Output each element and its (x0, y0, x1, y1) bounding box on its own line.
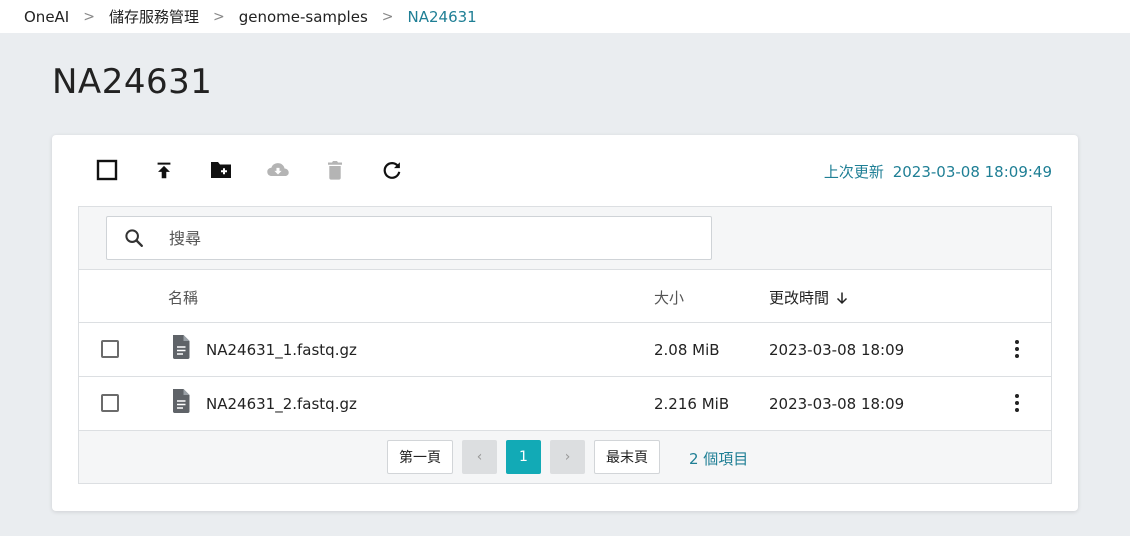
search-icon (125, 229, 143, 247)
file-modified-time: 2023-03-08 18:09 (769, 395, 905, 413)
first-page-button[interactable]: 第一頁 (387, 440, 453, 474)
file-table: 名稱 大小 更改時間 NA24631_1.fastq.gz 2.08 MiB 2… (78, 206, 1052, 484)
sort-descending-icon (836, 292, 848, 304)
page-number-button[interactable]: 1 (506, 440, 541, 474)
breadcrumb-storage-management[interactable]: 儲存服務管理 (109, 6, 199, 27)
download-icon (267, 163, 289, 176)
row-checkbox[interactable] (101, 394, 119, 412)
search-bar (79, 207, 1051, 270)
file-browser-card: 上次更新 2023-03-08 18:09:49 名稱 大小 更改時間 (52, 135, 1078, 511)
next-page-button[interactable]: › (550, 440, 585, 474)
file-icon (173, 389, 190, 413)
delete-icon (328, 161, 342, 180)
page-title: NA24631 (52, 62, 213, 102)
refresh-icon (383, 162, 401, 179)
file-modified-time: 2023-03-08 18:09 (769, 341, 905, 359)
upload-button[interactable] (152, 158, 176, 182)
breadcrumb: OneAI > 儲存服務管理 > genome-samples > NA2463… (0, 0, 1130, 33)
last-updated-time: 2023-03-08 18:09:49 (892, 163, 1052, 181)
select-all-checkbox[interactable] (95, 158, 119, 182)
column-header-name[interactable]: 名稱 (168, 287, 198, 308)
file-name[interactable]: NA24631_1.fastq.gz (206, 341, 357, 359)
last-page-button[interactable]: 最末頁 (594, 440, 660, 474)
column-header-size[interactable]: 大小 (654, 287, 684, 308)
column-header-modified[interactable]: 更改時間 (769, 287, 849, 308)
prev-page-button[interactable]: ‹ (462, 440, 497, 474)
new-folder-button[interactable] (209, 158, 233, 182)
breadcrumb-oneai[interactable]: OneAI (24, 8, 69, 26)
column-header-modified-label: 更改時間 (769, 289, 830, 307)
delete-button[interactable] (323, 158, 347, 182)
last-updated-label: 上次更新 (823, 163, 884, 181)
new-folder-icon (211, 162, 231, 178)
toolbar: 上次更新 2023-03-08 18:09:49 (52, 135, 1078, 205)
checkbox-icon (96, 159, 118, 181)
breadcrumb-separator: > (83, 8, 95, 25)
more-options-icon[interactable] (1005, 337, 1029, 361)
table-header: 名稱 大小 更改時間 (79, 270, 1051, 323)
row-checkbox[interactable] (101, 340, 119, 358)
breadcrumb-separator: > (212, 8, 225, 25)
table-row[interactable]: NA24631_2.fastq.gz 2.216 MiB 2023-03-08 … (79, 377, 1051, 431)
file-name[interactable]: NA24631_2.fastq.gz (206, 395, 357, 413)
table-row[interactable]: NA24631_1.fastq.gz 2.08 MiB 2023-03-08 1… (79, 323, 1051, 377)
breadcrumb-current-folder: NA24631 (407, 7, 477, 26)
file-size: 2.216 MiB (654, 395, 730, 413)
item-count: 2 個項目 (689, 450, 749, 468)
file-icon (173, 335, 190, 359)
breadcrumb-separator: > (381, 8, 394, 25)
file-size: 2.08 MiB (654, 341, 720, 359)
pagination: 第一頁 ‹ 1 › 最末頁 2 個項目 (79, 431, 1051, 483)
search-input[interactable] (167, 227, 691, 249)
more-options-icon[interactable] (1005, 391, 1029, 415)
last-updated-info: 上次更新 2023-03-08 18:09:49 (824, 161, 1052, 182)
download-button[interactable] (266, 158, 290, 182)
refresh-button[interactable] (380, 158, 404, 182)
upload-icon (157, 162, 171, 179)
breadcrumb-bucket[interactable]: genome-samples (239, 8, 368, 26)
search-field[interactable] (106, 216, 712, 260)
